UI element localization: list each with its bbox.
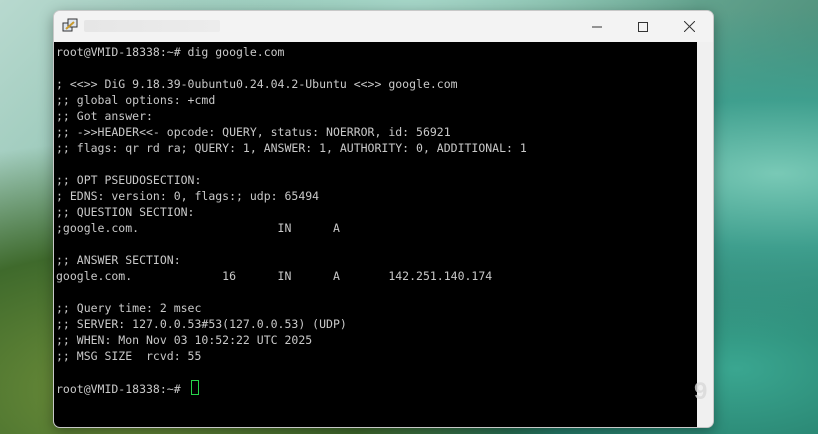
terminal-line: ;; Got answer: [56, 109, 153, 123]
terminal-prompt-line: root@VMID-18338:~# [56, 380, 697, 396]
terminal-line: ;; OPT PSEUDOSECTION: [56, 173, 202, 187]
title-bar[interactable] [54, 11, 713, 42]
terminal-line: ; EDNS: version: 0, flags:; udp: 65494 [56, 189, 320, 203]
maximize-icon [638, 21, 648, 32]
minimize-button[interactable] [574, 11, 620, 42]
maximize-button[interactable] [620, 11, 666, 42]
putty-window: root@VMID-18338:~# dig google.com ; <<>> … [53, 10, 714, 428]
terminal-line: ;; ANSWER SECTION: [56, 253, 181, 267]
terminal-line: ; <<>> DiG 9.18.39-0ubuntu0.24.04.2-Ubun… [56, 77, 458, 91]
terminal-line: ;; global options: +cmd [56, 93, 216, 107]
terminal-line: ;google.com. IN A [56, 221, 340, 235]
putty-app-icon[interactable] [62, 18, 78, 34]
close-button[interactable] [666, 11, 712, 42]
text-cursor [190, 380, 199, 395]
terminal-line: ;; MSG SIZE rcvd: 55 [56, 349, 202, 363]
window-title-redacted [84, 20, 220, 32]
vertical-scrollbar[interactable] [697, 42, 713, 427]
terminal-line: ;; QUESTION SECTION: [56, 205, 195, 219]
minimize-icon [592, 26, 602, 27]
terminal-line: ;; Query time: 2 msec [56, 301, 202, 315]
terminal-line: root@VMID-18338:~# dig google.com [56, 45, 285, 59]
terminal-output[interactable]: root@VMID-18338:~# dig google.com ; <<>> … [54, 42, 697, 427]
terminal-line: ;; SERVER: 127.0.0.53#53(127.0.0.53) (UD… [56, 317, 347, 331]
close-icon [683, 21, 695, 32]
terminal-line: ;; flags: qr rd ra; QUERY: 1, ANSWER: 1,… [56, 141, 527, 155]
terminal-line: ;; ->>HEADER<<- opcode: QUERY, status: N… [56, 125, 451, 139]
watermark-logo: 9 [694, 378, 708, 405]
terminal-prompt: root@VMID-18338:~# [56, 382, 188, 396]
terminal-line: google.com. 16 IN A 142.251.140.174 [56, 269, 493, 283]
terminal-line: ;; WHEN: Mon Nov 03 10:52:22 UTC 2025 [56, 333, 313, 347]
